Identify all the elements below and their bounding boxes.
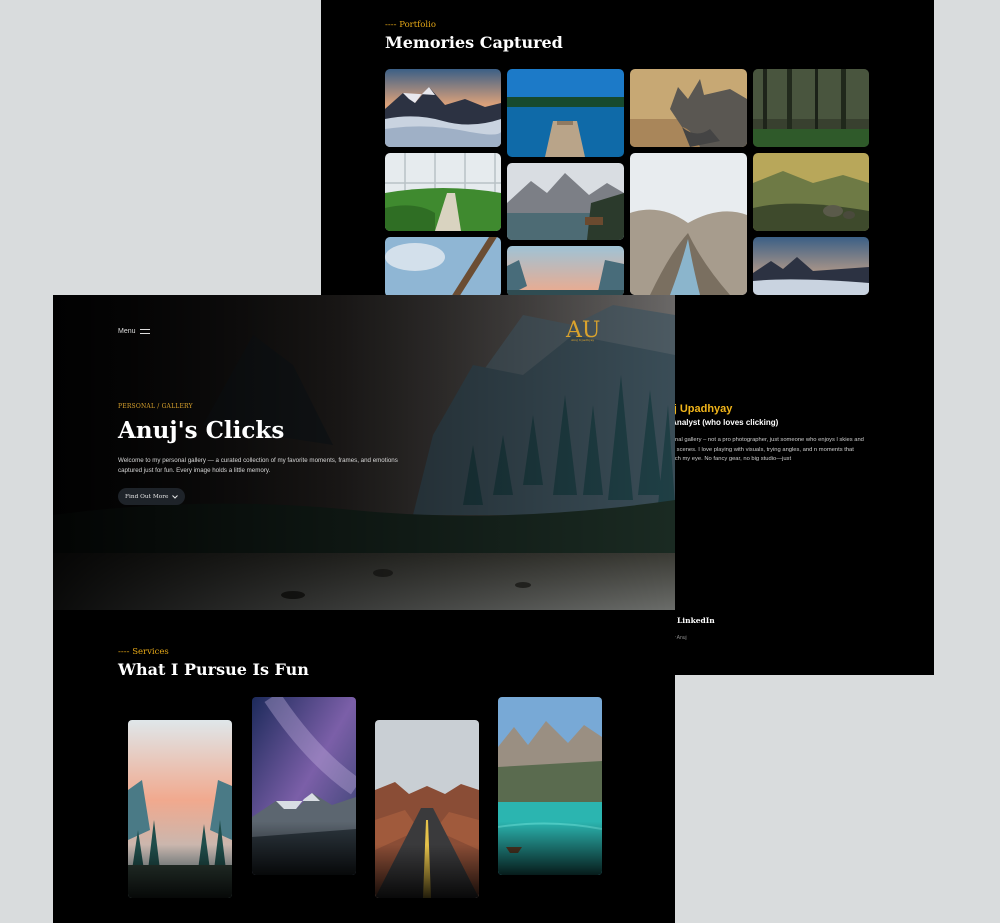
hero-title: Anuj's Clicks — [118, 417, 285, 444]
about-bio: rsonal gallery – not a pro photographer,… — [667, 437, 864, 462]
logo-tagline: Anuj Upadhyay — [570, 338, 594, 342]
service-card-desert-road[interactable] — [375, 720, 479, 898]
gallery-photo-lake-pier[interactable] — [507, 69, 624, 157]
footer-credit: y Anuj — [673, 635, 687, 641]
services-title: What I Pursue Is Fun — [118, 660, 309, 679]
gallery-photo-misty-canyon[interactable] — [630, 153, 747, 295]
gallery-photo-mountain-lake-cabin[interactable] — [507, 163, 624, 240]
service-card-valley-sunset[interactable] — [128, 720, 232, 898]
gallery-photo-forest[interactable] — [753, 69, 869, 147]
gallery-photo-mountain-clouds[interactable] — [385, 69, 501, 147]
gallery-photo-golden-valley[interactable] — [753, 153, 869, 231]
service-card-alpine-lake[interactable] — [498, 697, 602, 875]
hero-description: Welcome to my personal gallery — a curat… — [118, 457, 398, 474]
gallery-photo-sky-trunk[interactable] — [385, 237, 501, 297]
menu-label: Menu — [118, 328, 136, 335]
find-out-more-label: Find Out More — [125, 493, 169, 500]
site-logo[interactable]: AU Anuj Upadhyay — [563, 311, 603, 347]
menu-toggle[interactable]: Menu — [118, 328, 150, 335]
hamburger-icon — [139, 329, 150, 334]
service-card-milky-way[interactable] — [252, 697, 356, 875]
gallery-photo-rhino[interactable] — [630, 69, 747, 147]
hero-section: Menu AU Anuj Upadhyay PERSONAL / GALLERY… — [53, 295, 675, 610]
about-name: uj Upadhyay — [667, 403, 733, 415]
find-out-more-button[interactable]: Find Out More — [118, 488, 186, 505]
chevron-down-icon — [172, 494, 179, 499]
gallery-photo-mountain-clouds-2[interactable] — [753, 237, 869, 295]
portfolio-eyebrow: ---- Portfolio — [385, 20, 436, 30]
linkedin-link[interactable]: LinkedIn — [677, 616, 715, 625]
services-section: ---- Services What I Pursue Is Fun — [53, 610, 675, 923]
hero-kicker: PERSONAL / GALLERY — [118, 403, 193, 410]
portfolio-title: Memories Captured — [385, 33, 563, 52]
about-role: / Analyst (who loves clicking) — [667, 418, 779, 427]
gallery-photo-valley-dusk[interactable] — [507, 246, 624, 296]
services-eyebrow: ---- Services — [118, 647, 169, 657]
gallery-photo-greenhouse[interactable] — [385, 153, 501, 231]
